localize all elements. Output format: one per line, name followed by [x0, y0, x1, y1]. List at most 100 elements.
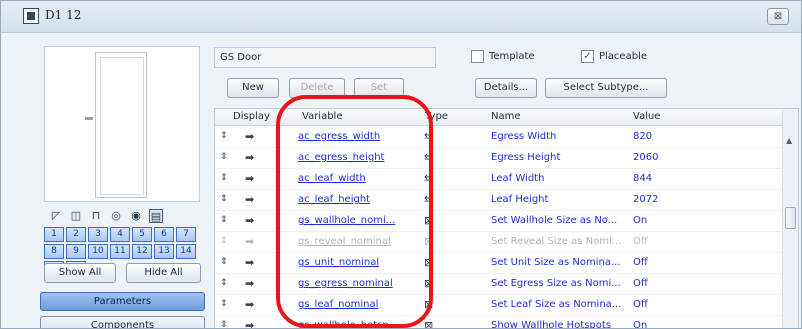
page-button-9[interactable]: 9: [66, 244, 86, 259]
table-row[interactable]: ⇕ ➡ gs_unit_nominal ⊠ Set Unit Size as Nomin…: [215, 253, 782, 274]
page-button-8[interactable]: 8: [44, 244, 64, 259]
value-cell[interactable]: 844: [633, 173, 652, 184]
display-arrow-icon[interactable]: ➡: [245, 277, 254, 290]
value-cell[interactable]: 2072: [633, 194, 658, 205]
name-cell[interactable]: Show Wallhole Hotspots: [491, 320, 631, 328]
display-arrow-icon[interactable]: ➡: [245, 214, 254, 227]
table-row[interactable]: ⇕ ➡ ac_egress_height ⇆ Egress Height 2060: [215, 148, 782, 169]
display-arrow-icon[interactable]: ➡: [245, 256, 254, 269]
value-cell[interactable]: Off: [633, 257, 648, 268]
table-row[interactable]: ⇕ ➡ gs_wallhole_nomi... ⊠ Set Wallhole Size …: [215, 211, 782, 232]
show-all-button[interactable]: Show All: [44, 263, 116, 283]
page-button-2[interactable]: 2: [66, 227, 86, 242]
table-row[interactable]: ⇕ ➡ gs_reveal_nominal ⊠ Set Reveal Size as N…: [215, 232, 782, 253]
value-cell[interactable]: Off: [633, 299, 648, 310]
reorder-handle-icon[interactable]: ⇕: [220, 194, 228, 204]
name-cell[interactable]: Set Egress Size as Nomi...: [491, 278, 631, 289]
close-button[interactable]: ⊠: [767, 8, 789, 25]
name-cell[interactable]: Egress Height: [491, 152, 631, 163]
reorder-handle-icon[interactable]: ⇕: [220, 257, 228, 267]
page-button-1[interactable]: 1: [44, 227, 64, 242]
page-button-6[interactable]: 6: [154, 227, 174, 242]
page-button-4[interactable]: 4: [110, 227, 130, 242]
template-checkbox[interactable]: [471, 49, 484, 63]
variable-cell[interactable]: gs_unit_nominal: [298, 257, 424, 268]
tab-components[interactable]: Components: [40, 316, 205, 328]
table-row[interactable]: ⇕ ➡ gs_leaf_nominal ⊠ Set Leaf Size as Nomin…: [215, 295, 782, 316]
tab-parameters[interactable]: Parameters: [40, 292, 205, 311]
reorder-handle-icon[interactable]: ⇕: [220, 236, 228, 246]
display-arrow-icon[interactable]: ➡: [245, 298, 254, 311]
table-row[interactable]: ⇕ ➡ gs_egress_nominal ⊠ Set Egress Size as N…: [215, 274, 782, 295]
value-cell[interactable]: 2060: [633, 152, 658, 163]
table-row[interactable]: ⇕ ➡ ac_egress_width ⇆ Egress Width 820: [215, 127, 782, 148]
new-button[interactable]: New: [227, 78, 279, 98]
page-button-14[interactable]: 14: [176, 244, 196, 259]
display-arrow-icon[interactable]: ➡: [245, 319, 254, 328]
display-arrow-icon[interactable]: ➡: [245, 151, 254, 164]
display-arrow-icon[interactable]: ➡: [245, 193, 254, 206]
template-option[interactable]: Template: [471, 48, 535, 64]
variable-cell[interactable]: gs_reveal_nominal: [298, 236, 424, 247]
name-cell[interactable]: Set Leaf Size as Nomina...: [491, 299, 631, 310]
name-cell[interactable]: Leaf Width: [491, 173, 631, 184]
table-row[interactable]: ⇕ ➡ gs_wallhole_hotsp... ⊠ Show Wallhole Hot…: [215, 316, 782, 328]
value-cell[interactable]: On: [633, 215, 647, 226]
name-cell[interactable]: Set Reveal Size as Nomi...: [491, 236, 631, 247]
view-3d-icon[interactable]: ◫: [69, 209, 83, 223]
variable-cell[interactable]: gs_wallhole_nomi...: [298, 215, 424, 226]
placeable-checkbox[interactable]: ✓: [581, 49, 594, 63]
set-button[interactable]: Set: [354, 78, 404, 98]
variable-cell[interactable]: gs_leaf_nominal: [298, 299, 424, 310]
name-cell[interactable]: Set Unit Size as Nomina...: [491, 257, 631, 268]
select-subtype-button[interactable]: Select Subtype...: [545, 78, 667, 98]
page-button-7[interactable]: 7: [176, 227, 196, 242]
variable-cell[interactable]: ac_egress_width: [298, 131, 424, 142]
details-button[interactable]: Details...: [475, 78, 537, 98]
reorder-handle-icon[interactable]: ⇕: [220, 131, 228, 141]
display-arrow-icon[interactable]: ➡: [245, 172, 254, 185]
page-button-3[interactable]: 3: [88, 227, 108, 242]
reorder-handle-icon[interactable]: ⇕: [220, 215, 228, 225]
placeable-option[interactable]: ✓ Placeable: [581, 48, 647, 64]
plan-icon[interactable]: ⊓: [89, 209, 103, 223]
scroll-up-arrow-icon[interactable]: ▲: [786, 136, 792, 145]
scrollbar-thumb[interactable]: [785, 207, 796, 229]
reorder-handle-icon[interactable]: ⇕: [220, 152, 228, 162]
name-cell[interactable]: Leaf Height: [491, 194, 631, 205]
value-cell[interactable]: 820: [633, 131, 652, 142]
object-name-field[interactable]: GS Door: [214, 47, 436, 68]
reorder-handle-icon[interactable]: ⇕: [220, 278, 228, 288]
view-2d-icon[interactable]: ◸: [49, 209, 63, 223]
reorder-handle-icon[interactable]: ⇕: [220, 173, 228, 183]
variable-cell[interactable]: gs_wallhole_hotsp...: [298, 320, 424, 328]
page-button-13[interactable]: 13: [154, 244, 174, 259]
column-header-type[interactable]: Type: [425, 111, 448, 122]
column-header-name[interactable]: Name: [491, 111, 521, 122]
variable-cell[interactable]: ac_leaf_height: [298, 194, 424, 205]
value-cell[interactable]: Off: [633, 278, 648, 289]
variable-cell[interactable]: gs_egress_nominal: [298, 278, 424, 289]
section-icon[interactable]: ◎: [109, 209, 123, 223]
vertical-scrollbar[interactable]: ▲: [782, 109, 798, 328]
list-icon[interactable]: ▤: [149, 209, 163, 223]
display-arrow-icon[interactable]: ➡: [245, 235, 254, 248]
table-row[interactable]: ⇕ ➡ ac_leaf_width ⇆ Leaf Width 844: [215, 169, 782, 190]
variable-cell[interactable]: ac_leaf_width: [298, 173, 424, 184]
column-header-value[interactable]: Value: [633, 111, 660, 122]
page-button-12[interactable]: 12: [132, 244, 152, 259]
page-button-11[interactable]: 11: [110, 244, 130, 259]
page-button-5[interactable]: 5: [132, 227, 152, 242]
name-cell[interactable]: Egress Width: [491, 131, 631, 142]
name-cell[interactable]: Set Wallhole Size as No...: [491, 215, 631, 226]
display-arrow-icon[interactable]: ➡: [245, 130, 254, 143]
delete-button[interactable]: Delete: [289, 78, 345, 98]
variable-cell[interactable]: ac_egress_height: [298, 152, 424, 163]
elevation-icon[interactable]: ◉: [129, 209, 143, 223]
column-header-display[interactable]: Display: [233, 111, 270, 122]
table-row[interactable]: ⇕ ➡ ac_leaf_height ⇆ Leaf Height 2072: [215, 190, 782, 211]
value-cell[interactable]: On: [633, 320, 647, 328]
reorder-handle-icon[interactable]: ⇕: [220, 320, 228, 328]
hide-all-button[interactable]: Hide All: [126, 263, 201, 283]
column-header-variable[interactable]: Variable: [302, 111, 343, 122]
